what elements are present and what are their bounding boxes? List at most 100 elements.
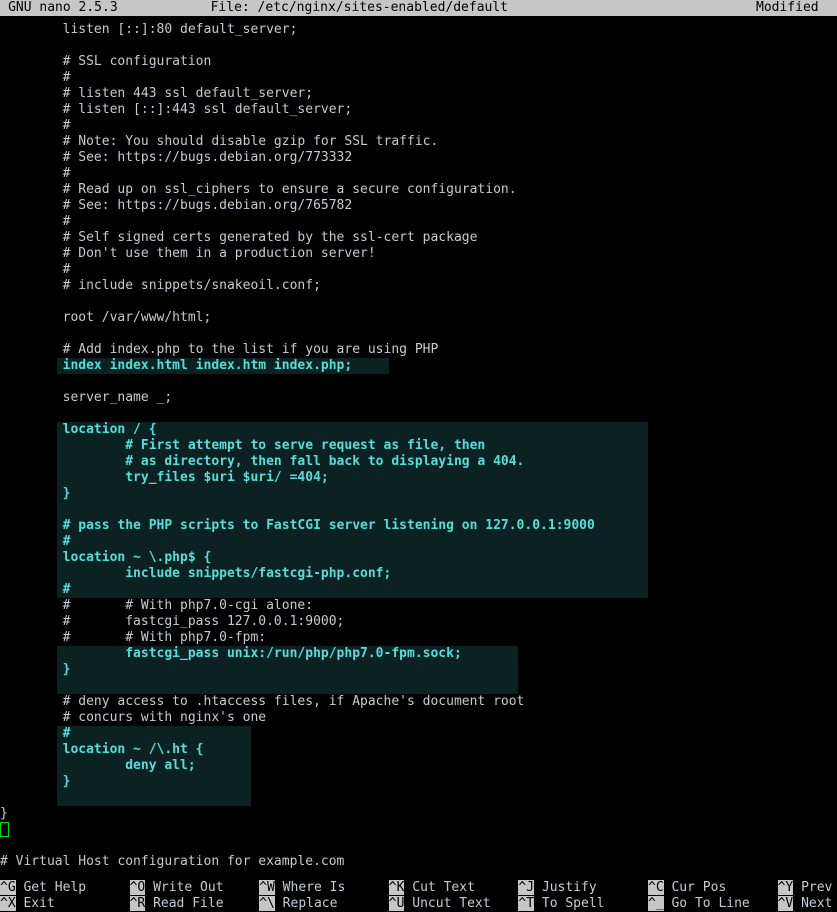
editor-line[interactable]: deny all; xyxy=(0,758,837,774)
editor-line[interactable]: # Read up on ssl_ciphers to ensure a sec… xyxy=(0,182,837,198)
editor-line[interactable]: # xyxy=(0,214,837,230)
shortcut-key: ^J xyxy=(518,880,534,895)
shortcut-label: Write Out xyxy=(145,880,223,895)
editor-line[interactable]: # xyxy=(0,166,837,182)
editor-line-text: # # With php7.0-cgi alone: xyxy=(0,598,313,614)
editor-line[interactable]: # xyxy=(0,726,837,742)
shortcut-prev-page[interactable]: ^Y Prev Page xyxy=(778,880,837,896)
shortcut-label: Uncut Text xyxy=(404,896,490,911)
editor-line[interactable]: # First attempt to serve request as file… xyxy=(0,438,837,454)
editor-line[interactable]: # listen 443 ssl default_server; xyxy=(0,86,837,102)
editor-line[interactable] xyxy=(0,406,837,422)
editor-line[interactable]: # fastcgi_pass 127.0.0.1:9000; xyxy=(0,614,837,630)
editor-line-text: # xyxy=(0,166,70,182)
editor-line[interactable]: } xyxy=(0,806,837,822)
editor-line[interactable]: fastcgi_pass unix:/run/php/php7.0-fpm.so… xyxy=(0,646,837,662)
editor-line-text: # listen [::]:443 ssl default_server; xyxy=(0,102,352,118)
editor-line[interactable]: # as directory, then fall back to displa… xyxy=(0,454,837,470)
editor-line-text: try_files $uri $uri/ =404; xyxy=(0,470,329,486)
editor-line[interactable]: # xyxy=(0,534,837,550)
shortcut-label: To Spell xyxy=(534,896,604,911)
editor-line[interactable]: listen [::]:80 default_server; xyxy=(0,22,837,38)
editor-line[interactable]: # include snippets/snakeoil.conf; xyxy=(0,278,837,294)
editor-line-text: server_name _; xyxy=(0,390,172,406)
text-cursor xyxy=(0,822,9,837)
editor-line[interactable]: location ~ /\.ht { xyxy=(0,742,837,758)
editor-line[interactable]: # Don't use them in a production server! xyxy=(0,246,837,262)
editor-line[interactable]: } xyxy=(0,774,837,790)
shortcut-next-page[interactable]: ^V Next Page xyxy=(778,896,837,912)
editor-line[interactable]: try_files $uri $uri/ =404; xyxy=(0,470,837,486)
editor-line[interactable] xyxy=(0,326,837,342)
shortcut-go-to-line[interactable]: ^_ Go To Line xyxy=(648,896,750,912)
shortcut-to-spell[interactable]: ^T To Spell xyxy=(518,896,604,912)
shortcut-label: Exit xyxy=(16,896,55,911)
shortcut-uncut-text[interactable]: ^U Uncut Text xyxy=(389,896,491,912)
shortcut-write-out[interactable]: ^O Write Out xyxy=(130,880,224,896)
nano-version-label: GNU nano 2.5.3 xyxy=(8,0,118,16)
editor-text-buffer[interactable]: listen [::]:80 default_server; # SSL con… xyxy=(0,22,837,872)
editor-line[interactable] xyxy=(0,790,837,806)
editor-line[interactable]: # pass the PHP scripts to FastCGI server… xyxy=(0,518,837,534)
shortcut-justify[interactable]: ^J Justify xyxy=(518,880,596,896)
editor-line-text: deny all; xyxy=(0,758,196,774)
editor-line[interactable]: # xyxy=(0,262,837,278)
editor-line[interactable] xyxy=(0,822,837,838)
shortcut-key: ^K xyxy=(389,880,405,895)
shortcut-key: ^\ xyxy=(259,896,275,911)
editor-line[interactable]: # See: https://bugs.debian.org/773332 xyxy=(0,150,837,166)
editor-line[interactable]: # # With php7.0-cgi alone: xyxy=(0,598,837,614)
shortcut-cur-pos[interactable]: ^C Cur Pos xyxy=(648,880,726,896)
shortcut-key: ^C xyxy=(648,880,664,895)
editor-line[interactable]: # Virtual Host configuration for example… xyxy=(0,854,837,870)
editor-line[interactable]: location / { xyxy=(0,422,837,438)
editor-line-text: # xyxy=(0,726,70,742)
editor-line[interactable]: } xyxy=(0,486,837,502)
editor-line[interactable]: # deny access to .htaccess files, if Apa… xyxy=(0,694,837,710)
editor-line[interactable]: # # With php7.0-fpm: xyxy=(0,630,837,646)
shortcut-get-help[interactable]: ^G Get Help xyxy=(0,880,86,896)
editor-line[interactable]: root /var/www/html; xyxy=(0,310,837,326)
editor-line[interactable]: # xyxy=(0,70,837,86)
editor-line[interactable]: # SSL configuration xyxy=(0,54,837,70)
shortcut-replace[interactable]: ^\ Replace xyxy=(259,896,337,912)
editor-line-text: # First attempt to serve request as file… xyxy=(0,438,485,454)
shortcut-cut-text[interactable]: ^K Cut Text xyxy=(389,880,475,896)
editor-line[interactable]: # xyxy=(0,118,837,134)
editor-line[interactable] xyxy=(0,838,837,854)
editor-line-text: location ~ \.php$ { xyxy=(0,550,211,566)
editor-line-text: # Self signed certs generated by the ssl… xyxy=(0,230,477,246)
editor-line[interactable] xyxy=(0,502,837,518)
editor-line[interactable]: # See: https://bugs.debian.org/765782 xyxy=(0,198,837,214)
editor-line[interactable]: index index.html index.htm index.php; xyxy=(0,358,837,374)
editor-line[interactable] xyxy=(0,294,837,310)
shortcut-exit[interactable]: ^X Exit xyxy=(0,896,55,912)
editor-line[interactable]: } xyxy=(0,662,837,678)
shortcut-key: ^U xyxy=(389,896,405,911)
editor-line-text: # See: https://bugs.debian.org/773332 xyxy=(0,150,352,166)
shortcut-label: Get Help xyxy=(16,880,86,895)
editor-line-text: # fastcgi_pass 127.0.0.1:9000; xyxy=(0,614,344,630)
shortcut-where-is[interactable]: ^W Where Is xyxy=(259,880,345,896)
editor-line[interactable]: # concurs with nginx's one xyxy=(0,710,837,726)
shortcut-label: Next Page xyxy=(793,896,837,911)
shortcut-key: ^R xyxy=(130,896,146,911)
editor-line[interactable]: include snippets/fastcgi-php.conf; xyxy=(0,566,837,582)
shortcut-read-file[interactable]: ^R Read File xyxy=(130,896,224,912)
editor-line-text: # Don't use them in a production server! xyxy=(0,246,376,262)
editor-line[interactable]: # Self signed certs generated by the ssl… xyxy=(0,230,837,246)
editor-line-text: # xyxy=(0,262,70,278)
editor-line[interactable]: server_name _; xyxy=(0,390,837,406)
nano-modified-flag: Modified xyxy=(756,0,819,16)
editor-line-text: # SSL configuration xyxy=(0,54,211,70)
editor-line[interactable]: location ~ \.php$ { xyxy=(0,550,837,566)
editor-line[interactable] xyxy=(0,38,837,54)
editor-line[interactable] xyxy=(0,678,837,694)
editor-line[interactable]: # Add index.php to the list if you are u… xyxy=(0,342,837,358)
editor-line[interactable]: # listen [::]:443 ssl default_server; xyxy=(0,102,837,118)
editor-line[interactable] xyxy=(0,374,837,390)
editor-line[interactable]: # xyxy=(0,582,837,598)
editor-line-text: # xyxy=(0,70,70,86)
editor-line-text: # Note: You should disable gzip for SSL … xyxy=(0,134,438,150)
editor-line[interactable]: # Note: You should disable gzip for SSL … xyxy=(0,134,837,150)
